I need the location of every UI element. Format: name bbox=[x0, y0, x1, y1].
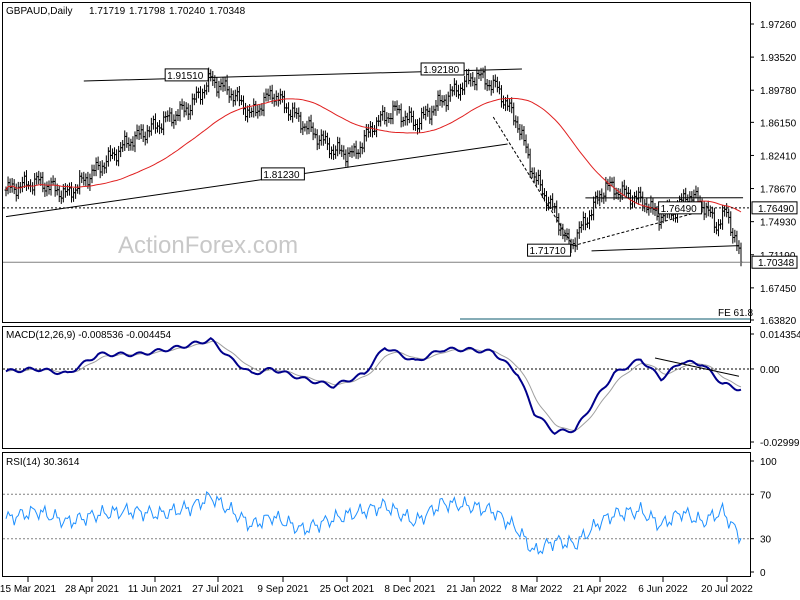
level-label: 1.81230 bbox=[263, 170, 300, 181]
forex-chart: ActionForex.com 1.91510 1.92180 1.81230 1.7… bbox=[0, 2, 800, 595]
right-price-label: 1.70348 bbox=[758, 258, 795, 269]
ohlc-close: 1.70348 bbox=[209, 6, 246, 17]
x-tick-label: 21 Apr 2022 bbox=[573, 584, 627, 595]
x-tick-label: 25 Oct 2021 bbox=[320, 584, 375, 595]
macd-line bbox=[5, 336, 742, 436]
x-tick-label: 11 Jun 2021 bbox=[128, 584, 183, 595]
ohlc-low: 1.70240 bbox=[169, 6, 206, 17]
axis-layer: 1.97260 1.93520 1.89780 1.86150 1.82410 1.786… bbox=[0, 20, 800, 595]
rsi-layer bbox=[3, 491, 750, 555]
price-tick-label: 1.67450 bbox=[760, 284, 797, 295]
ohlc-open: 1.71719 bbox=[89, 6, 126, 17]
trendline bbox=[572, 210, 703, 247]
price-layer: 1.91510 1.92180 1.81230 1.71710 1.76490 bbox=[3, 62, 750, 320]
x-tick-label: 28 Apr 2021 bbox=[65, 584, 119, 595]
price-title: GBPAUD,Daily bbox=[6, 6, 73, 17]
macd-tick-label: 0.00 bbox=[760, 365, 780, 376]
rsi-tick-label: 100 bbox=[760, 457, 777, 468]
trendline bbox=[5, 143, 508, 218]
rsi-tick-label: 0 bbox=[760, 568, 766, 579]
price-tick-label: 1.78670 bbox=[760, 185, 797, 196]
fe-label: FE 61.8 bbox=[718, 308, 753, 319]
level-label: 1.91510 bbox=[167, 71, 204, 82]
x-tick-label: 15 Mar 2021 bbox=[0, 584, 57, 595]
x-tick-label: 21 Jan 2022 bbox=[446, 584, 501, 595]
x-tick-label: 8 Dec 2021 bbox=[384, 584, 436, 595]
price-tick-label: 1.89780 bbox=[760, 86, 797, 97]
macd-panel-frame bbox=[2, 326, 751, 449]
price-tick-label: 1.82410 bbox=[760, 151, 797, 162]
price-tick-label: 1.74930 bbox=[760, 218, 797, 229]
macd-tick-label: -0.029999 bbox=[760, 438, 800, 449]
level-label: 1.76490 bbox=[661, 204, 698, 215]
x-tick-label: 20 Jul 2022 bbox=[701, 584, 753, 595]
level-label: 1.92180 bbox=[423, 65, 460, 76]
rsi-tick-label: 30 bbox=[760, 535, 772, 546]
level-label: 1.71710 bbox=[530, 246, 567, 257]
price-tick-label: 1.97260 bbox=[760, 20, 797, 31]
price-tick-label: 1.63820 bbox=[760, 316, 797, 327]
right-price-label: 1.76490 bbox=[758, 204, 795, 215]
price-tick-label: 1.93520 bbox=[760, 53, 797, 64]
ohlc-high: 1.71798 bbox=[129, 6, 166, 17]
macd-tick-label: 0.014354 bbox=[760, 330, 800, 341]
rsi-title: RSI(14) 30.3614 bbox=[6, 457, 80, 468]
rsi-tick-label: 70 bbox=[760, 490, 772, 501]
trendline bbox=[591, 245, 739, 252]
x-tick-label: 6 Jun 2022 bbox=[638, 584, 688, 595]
watermark: ActionForex.com bbox=[118, 232, 298, 259]
macd-layer bbox=[3, 336, 750, 436]
x-tick-label: 8 Mar 2022 bbox=[512, 584, 563, 595]
price-tick-label: 1.86150 bbox=[760, 118, 797, 129]
x-tick-label: 9 Sep 2021 bbox=[257, 584, 309, 595]
x-tick-label: 27 Jul 2021 bbox=[192, 584, 244, 595]
rsi-line bbox=[5, 491, 742, 555]
macd-title: MACD(12,26,9) -0.008536 -0.004454 bbox=[6, 330, 172, 341]
